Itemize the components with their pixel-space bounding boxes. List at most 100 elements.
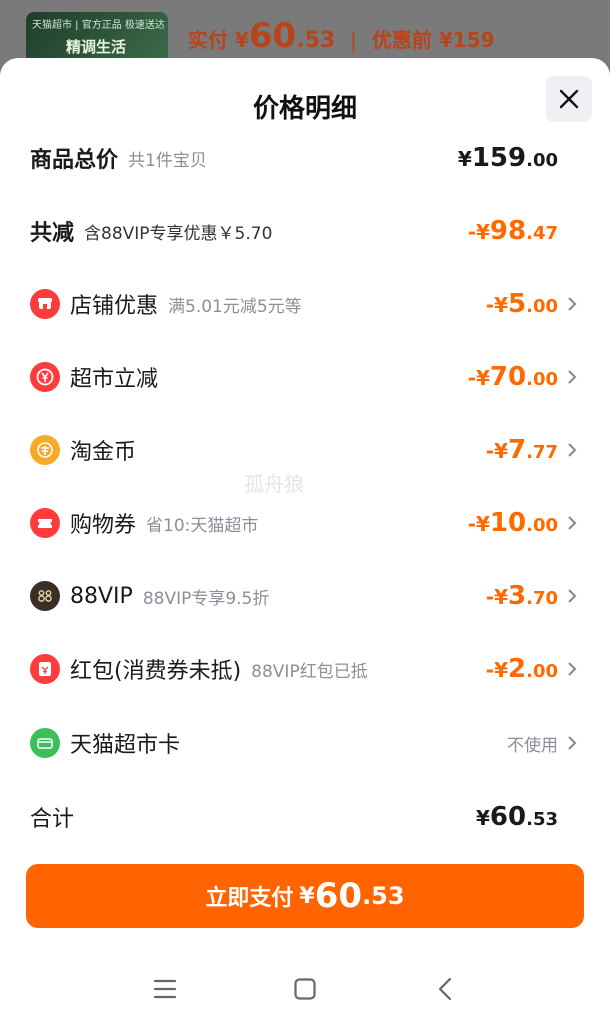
amount-prefix: -¥ — [485, 658, 509, 682]
amount-dec: .00 — [526, 515, 558, 536]
supermarket-card-icon — [30, 728, 60, 758]
menu-button[interactable] — [145, 969, 185, 1009]
chevron-right-icon — [564, 515, 580, 531]
chevron-right-icon — [564, 296, 580, 312]
close-icon — [559, 89, 579, 109]
yen-discount-icon — [30, 362, 60, 392]
pay-button-yen: ¥ — [299, 883, 315, 909]
row-supermarket-card[interactable]: 天猫超市卡 不使用 — [30, 723, 580, 763]
shop-coupon-icon — [30, 289, 60, 319]
row-label: 超市立减 — [70, 367, 159, 392]
amount-prefix: -¥ — [485, 293, 509, 317]
amount-int: 5 — [508, 289, 527, 319]
row-amount: ¥60.53 — [476, 802, 558, 832]
row-label: 天猫超市卡 — [70, 733, 181, 758]
row-sum: 合计 ¥60.53 — [30, 797, 580, 837]
row-label: 购物券 — [70, 513, 137, 538]
voucher-icon — [30, 508, 60, 538]
row-desc: 88VIP专享9.5折 — [142, 588, 270, 609]
amount-dec: .53 — [526, 809, 558, 830]
amount-int: 60 — [489, 802, 527, 832]
pay-separator: | — [350, 28, 357, 52]
pay-button-int: 60 — [314, 876, 363, 916]
chevron-right-icon — [564, 661, 580, 677]
amount-prefix: -¥ — [485, 439, 509, 463]
amount-int: 159 — [471, 143, 527, 173]
amount-prefix: -¥ — [485, 585, 509, 609]
thumbnail-title: 精调生活 — [66, 38, 127, 56]
amount-dec: .70 — [526, 588, 558, 609]
amount-int: 98 — [489, 216, 527, 246]
pay-summary: 实付 ¥60.53 | 优惠前 ¥159 — [188, 16, 495, 56]
amount-dec: .00 — [526, 661, 558, 682]
product-thumbnail: 天猫超市 | 官方正品 极速送达 精调生活 — [26, 12, 168, 64]
chevron-right-icon — [564, 588, 580, 604]
row-label: 红包(消费券未抵) — [70, 659, 242, 684]
amount-prefix: -¥ — [467, 220, 490, 244]
pay-yen: ¥ — [234, 28, 249, 52]
row-amount: -¥5.00 — [486, 289, 558, 319]
chevron-right-icon — [564, 735, 580, 751]
home-button[interactable] — [285, 969, 325, 1009]
chevron-right-icon — [564, 442, 580, 458]
row-goods-total: 商品总价 共1件宝贝 ¥159.00 — [30, 138, 580, 178]
pay-now-button[interactable]: 立即支付 ¥60.53 — [26, 864, 584, 928]
row-total-discount: 共减 含88VIP专享优惠￥5.70 -¥98.47 — [30, 211, 580, 251]
pay-int: 60 — [248, 16, 297, 56]
amount-int: 70 — [489, 362, 527, 392]
row-amount: -¥70.00 — [468, 362, 558, 392]
row-voucher[interactable]: 购物券 省10:天猫超市 -¥10.00 — [30, 503, 580, 543]
coin-icon — [30, 435, 60, 465]
row-red-packet[interactable]: 红包(消费券未抵) 88VIP红包已抵 -¥2.00 — [30, 649, 580, 689]
thumbnail-caption: 天猫超市 | 官方正品 极速送达 — [32, 20, 165, 31]
amount-int: 3 — [508, 581, 527, 611]
amount-dec: .47 — [526, 223, 558, 244]
row-label: 淘金币 — [70, 440, 137, 465]
not-use-link[interactable]: 不使用 — [507, 731, 558, 756]
before-amount: ¥159 — [438, 28, 495, 52]
close-button[interactable] — [546, 76, 592, 122]
row-market-discount[interactable]: 超市立减 -¥70.00 — [30, 357, 580, 397]
watermark: 孤舟狼 — [244, 472, 304, 496]
row-88vip[interactable]: 88VIP 88VIP专享9.5折 -¥3.70 — [30, 576, 580, 616]
chevron-right-icon — [564, 369, 580, 385]
row-amount: -¥3.70 — [486, 581, 558, 611]
row-desc: 共1件宝贝 — [128, 150, 207, 171]
row-amount: -¥2.00 — [486, 654, 558, 684]
row-shop-discount[interactable]: 店铺优惠 满5.01元减5元等 -¥5.00 — [30, 284, 580, 324]
amount-dec: .00 — [526, 296, 558, 317]
row-desc: 含88VIP专享优惠￥5.70 — [84, 223, 273, 244]
system-navbar — [0, 954, 610, 1023]
amount-prefix: -¥ — [467, 366, 490, 390]
yen-sign: ¥ — [457, 147, 472, 171]
row-amount: -¥10.00 — [468, 508, 558, 538]
row-label: 共减 — [30, 221, 75, 246]
pay-button-label: 立即支付 — [205, 886, 294, 911]
amount-prefix: -¥ — [467, 512, 490, 536]
home-icon — [294, 978, 316, 1000]
before-label: 优惠前 — [371, 28, 432, 52]
amount-int: 7 — [508, 435, 527, 465]
row-amount: ¥159.00 — [458, 143, 558, 173]
row-taojinbi[interactable]: 淘金币 -¥7.77 — [30, 430, 580, 470]
pay-button-dec: .53 — [362, 882, 405, 910]
price-detail-sheet: 价格明细 商品总价 共1件宝贝 ¥159.00 共减 含88VIP专享优惠￥5.… — [0, 58, 610, 1023]
vip-88-icon — [30, 581, 60, 611]
pay-dec: .53 — [296, 28, 336, 53]
back-button[interactable] — [425, 969, 465, 1009]
yen-sign: ¥ — [476, 806, 490, 830]
row-label: 店铺优惠 — [70, 294, 159, 319]
amount-dec: .00 — [526, 150, 558, 171]
row-label: 商品总价 — [30, 148, 119, 173]
back-icon — [438, 977, 452, 1001]
amount-dec: .77 — [526, 442, 558, 463]
row-desc: 88VIP红包已抵 — [251, 661, 368, 682]
amount-dec: .00 — [526, 369, 558, 390]
row-amount: -¥98.47 — [468, 216, 558, 246]
amount-int: 10 — [489, 508, 527, 538]
row-label: 合计 — [30, 807, 75, 832]
amount-int: 2 — [508, 654, 527, 684]
sheet-title: 价格明细 — [252, 94, 357, 124]
menu-icon — [153, 979, 177, 999]
row-label: 88VIP — [70, 583, 133, 609]
